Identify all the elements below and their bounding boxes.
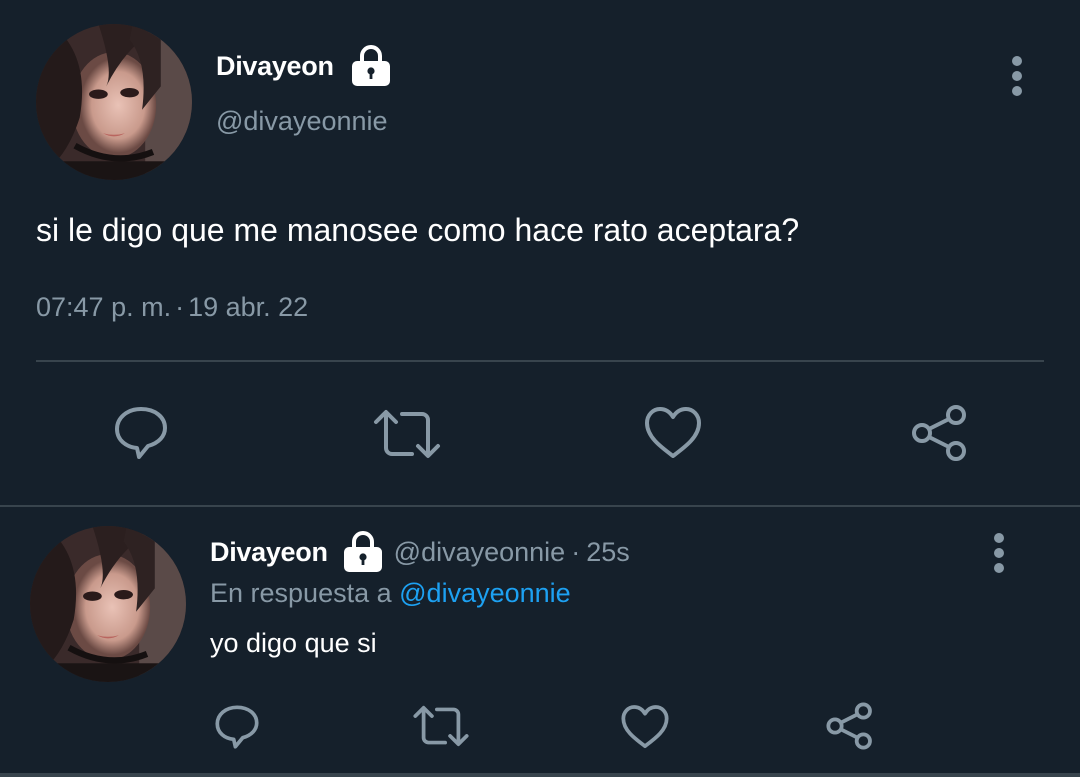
tweet-detail-screen: Divayeon @divayeonnie si le digo que me … — [0, 0, 1080, 777]
tweet-date[interactable]: 19 abr. 22 — [188, 292, 308, 322]
share-icon[interactable] — [910, 403, 970, 463]
author-display-name[interactable]: Divayeon — [216, 51, 334, 82]
tweet-timestamp: 07:47 p. m. · 19 abr. 22 — [36, 292, 308, 323]
divider — [0, 505, 1080, 507]
reply-separator: · — [571, 536, 581, 567]
replying-to: En respuesta a @divayeonnie — [210, 578, 571, 609]
tweet-text: si le digo que me manosee como hace rato… — [36, 212, 800, 248]
reply-author-handle[interactable]: @divayeonnie — [394, 537, 566, 568]
reply-header: Divayeon @divayeonnie · 25s — [210, 530, 630, 574]
reply-more-options-icon[interactable] — [993, 533, 1005, 573]
author-name-row: Divayeon — [216, 44, 392, 88]
share-icon[interactable] — [825, 701, 875, 751]
avatar[interactable] — [36, 24, 192, 180]
like-icon[interactable] — [620, 704, 670, 750]
reply-icon[interactable] — [212, 703, 262, 751]
more-options-icon[interactable] — [1011, 56, 1023, 96]
like-icon[interactable] — [643, 406, 703, 460]
lock-icon — [350, 44, 392, 88]
reply-icon[interactable] — [110, 404, 172, 462]
avatar-photo — [36, 24, 192, 180]
reply-age: 25s — [586, 536, 630, 567]
retweet-icon[interactable] — [372, 408, 442, 460]
reply-text: yo digo que si — [210, 628, 377, 658]
retweet-icon[interactable] — [412, 704, 470, 748]
reply-author-name[interactable]: Divayeon — [210, 537, 328, 568]
replying-to-label: En respuesta a — [210, 578, 392, 608]
divider — [36, 360, 1044, 362]
reply-avatar[interactable] — [30, 526, 186, 682]
lock-icon — [342, 530, 384, 574]
author-handle[interactable]: @divayeonnie — [216, 106, 388, 137]
divider — [0, 773, 1080, 777]
timestamp-separator: · — [175, 292, 185, 322]
tweet-time: 07:47 p. m. — [36, 292, 172, 322]
avatar-photo — [30, 526, 186, 682]
replying-to-mention[interactable]: @divayeonnie — [399, 578, 571, 608]
